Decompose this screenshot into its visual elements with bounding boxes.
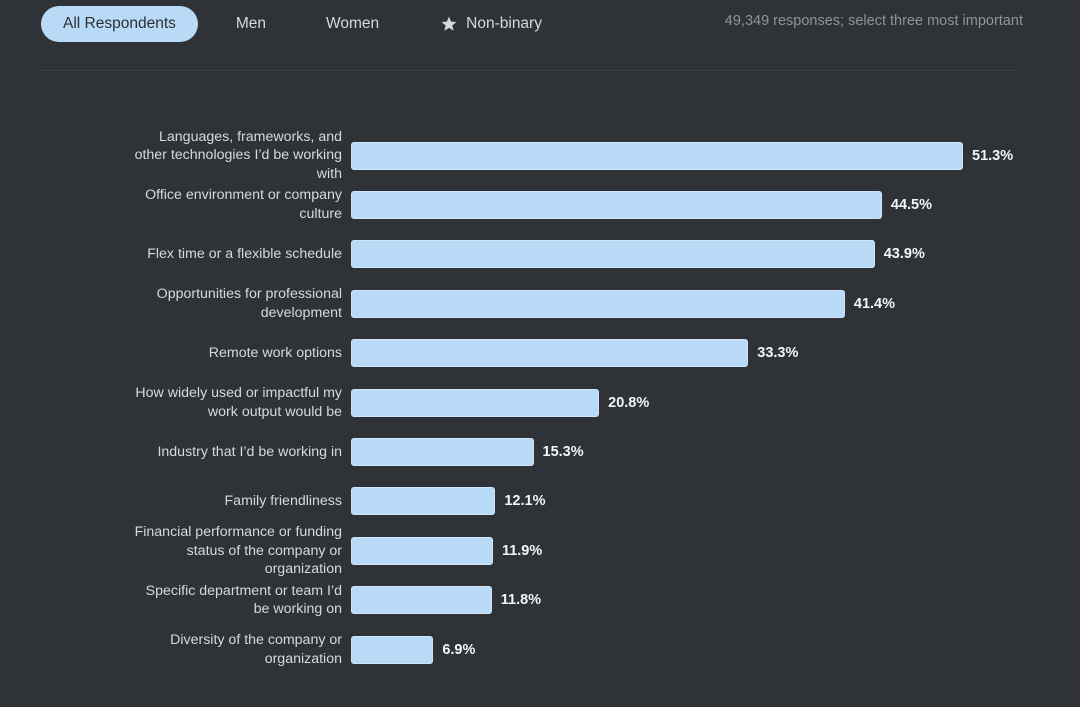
bar[interactable]	[351, 487, 496, 516]
bar-value-label: 11.8%	[500, 592, 542, 609]
bar-row: Family friendliness 12.1%	[0, 477, 1080, 526]
bar[interactable]	[351, 635, 434, 664]
bar-row: Office environment or company culture 44.…	[0, 180, 1080, 229]
horizontal-bar-chart: Languages, frameworks, and other technol…	[0, 129, 1080, 674]
bar[interactable]	[351, 536, 493, 565]
bar-track: 44.5%	[351, 191, 1080, 220]
bar[interactable]	[351, 586, 492, 615]
header-divider	[40, 70, 1018, 71]
star-icon	[441, 16, 457, 32]
responses-note: 49,349 responses; select three most impo…	[724, 13, 1023, 29]
tab-men[interactable]: Men	[218, 6, 284, 42]
bar-row: Specific department or team I’d be worki…	[0, 576, 1080, 625]
bar-category-label: Opportunities for professional developme…	[156, 286, 342, 321]
tab-all-respondents-label: All Respondents	[63, 15, 176, 32]
bar[interactable]	[351, 388, 600, 417]
bar-value-label: 15.3%	[542, 444, 584, 461]
bar-value-label: 33.3%	[757, 345, 799, 362]
bar-track: 43.9%	[351, 240, 1080, 269]
bar[interactable]	[351, 289, 845, 318]
bar-value-label: 6.9%	[442, 641, 476, 658]
bar[interactable]	[351, 240, 875, 269]
bar-category-label: Specific department or team I’d be worki…	[145, 582, 342, 618]
tab-men-label: Men	[235, 15, 267, 32]
bar-row: Remote work options 33.3%	[0, 329, 1080, 378]
bar[interactable]	[351, 191, 882, 220]
bar[interactable]	[351, 438, 534, 467]
bar[interactable]	[351, 141, 963, 170]
bar-value-label: 43.9%	[883, 246, 925, 263]
bar-category-label: Languages, frameworks, and other technol…	[134, 128, 342, 182]
bar-category-label: Diversity of the company or organization	[170, 632, 342, 667]
tab-non-binary[interactable]: Non-binary	[423, 6, 560, 42]
bar-category-label: Flex time or a flexible schedule	[147, 246, 342, 263]
bar[interactable]	[351, 339, 749, 368]
bar-row: Flex time or a flexible schedule 43.9%	[0, 230, 1080, 279]
bar-row: Financial performance or funding status …	[0, 524, 1080, 577]
bar-track: 33.3%	[351, 339, 1080, 368]
bar-value-label: 44.5%	[890, 197, 932, 214]
bar-category-label: Remote work options	[208, 344, 342, 361]
bar-track: 41.4%	[351, 289, 1080, 318]
bar-row: How widely used or impactful my work out…	[0, 378, 1080, 427]
bar-category-label: Office environment or company culture	[145, 187, 342, 223]
bar-value-label: 20.8%	[608, 394, 650, 411]
bar-track: 11.8%	[351, 586, 1080, 615]
bar-track: 20.8%	[351, 388, 1080, 417]
bar-track: 51.3%	[351, 141, 1080, 170]
bar-value-label: 12.1%	[504, 493, 546, 510]
bar-category-label: Financial performance or funding status …	[134, 523, 342, 578]
bar-row: Industry that I’d be working in 15.3%	[0, 427, 1080, 476]
bar-category-label: How widely used or impactful my work out…	[135, 385, 342, 420]
bar-track: 6.9%	[351, 635, 1080, 664]
bar-track: 12.1%	[351, 487, 1080, 516]
bar-value-label: 51.3%	[972, 147, 1014, 164]
bar-value-label: 41.4%	[853, 295, 896, 312]
tab-women-label: Women	[326, 15, 380, 32]
bar-row: Opportunities for professional developme…	[0, 279, 1080, 328]
bar-track: 11.9%	[351, 536, 1080, 565]
bar-value-label: 11.9%	[501, 542, 543, 559]
tab-non-binary-label: Non-binary	[466, 15, 542, 32]
bar-track: 15.3%	[351, 438, 1080, 467]
bar-category-label: Industry that I’d be working in	[157, 443, 342, 460]
bar-category-label: Family friendliness	[224, 493, 342, 510]
bar-row: Languages, frameworks, and other technol…	[0, 129, 1080, 182]
bar-row: Diversity of the company or organization…	[0, 625, 1080, 674]
tab-women[interactable]: Women	[308, 6, 397, 42]
tab-all-respondents[interactable]: All Respondents	[41, 6, 198, 42]
